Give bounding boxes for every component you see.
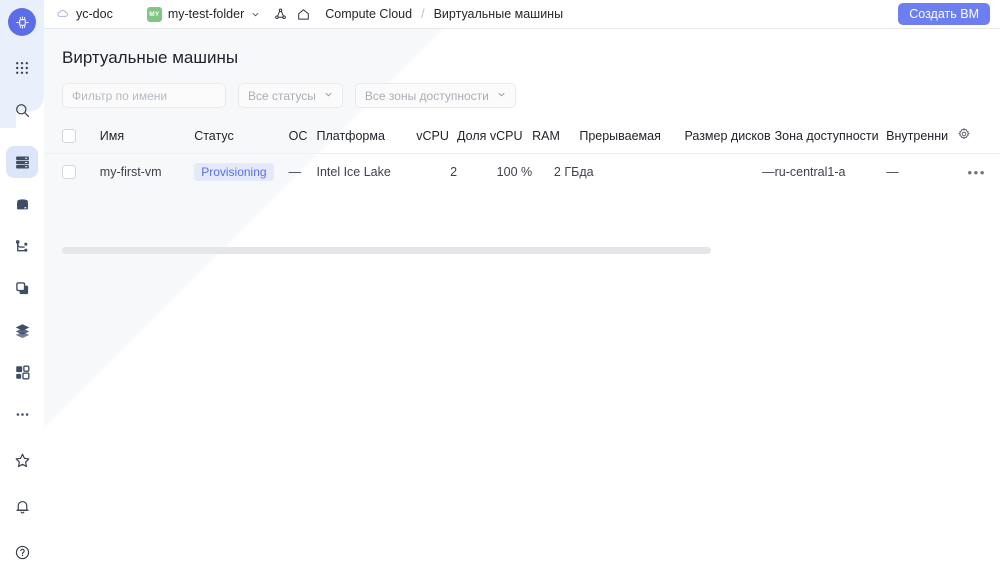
- ellipsis-icon: [16, 412, 28, 416]
- vm-table-header-row: Имя Статус ОС Платформа vCPU Доля vCPU R…: [44, 127, 1000, 154]
- breadcrumb-service[interactable]: Compute Cloud: [325, 7, 412, 21]
- chevron-down-icon: [323, 89, 334, 103]
- topbar: yc-doc MY my-test-folder Compute Cloud /…: [44, 0, 1000, 29]
- ellipsis-icon[interactable]: •••: [968, 165, 986, 180]
- column-header-internal-ip[interactable]: Внутренни: [886, 127, 957, 154]
- cell-zone: ru-central1-a: [774, 165, 846, 179]
- sidebar-item-search[interactable]: [6, 94, 38, 126]
- breadcrumb-separator: /: [421, 7, 425, 21]
- breadcrumb-home-button[interactable]: [296, 7, 311, 22]
- filter-zone-label: Все зоны доступности: [364, 88, 489, 103]
- column-header-vcpu-share[interactable]: Доля vCPU: [457, 127, 532, 154]
- breadcrumb-nodes-button[interactable]: [273, 7, 288, 22]
- breadcrumb-cloud[interactable]: yc-doc: [56, 7, 113, 21]
- breadcrumb-current: Виртуальные машины: [434, 7, 564, 21]
- nodes-icon: [275, 8, 287, 19]
- breadcrumb-cloud-label: yc-doc: [76, 7, 113, 21]
- sidebar-item-compute[interactable]: [6, 146, 38, 178]
- content-area: Виртуальные машины Все статусы Все зоны …: [44, 29, 1000, 561]
- sidebar-item-all-services[interactable]: [6, 52, 38, 84]
- star-icon: [15, 453, 29, 467]
- sidebar-item-containers[interactable]: [6, 272, 38, 304]
- logo-chip-icon[interactable]: [8, 8, 36, 36]
- filter-zone-select[interactable]: Все зоны доступности: [354, 83, 516, 108]
- sidebar-item-more[interactable]: [6, 398, 38, 430]
- sidebar-item-help[interactable]: [6, 536, 38, 561]
- breadcrumb-folder-label: my-test-folder: [167, 7, 245, 21]
- filter-name-input[interactable]: [62, 83, 226, 108]
- chevron-down-icon: [250, 9, 261, 20]
- column-header-zone[interactable]: Зона доступности: [775, 127, 887, 154]
- vm-table-container: Имя Статус ОС Платформа vCPU Доля vCPU R…: [44, 108, 1000, 254]
- cell-disk-size: —: [762, 165, 775, 179]
- sidebar-item-storage[interactable]: [6, 188, 38, 220]
- vm-table-body: my-first-vm Provisioning — Intel Ice Lak…: [44, 153, 1000, 191]
- column-header-ram[interactable]: RAM: [532, 127, 579, 154]
- main-area: yc-doc MY my-test-folder Compute Cloud /…: [44, 0, 1000, 561]
- application-root: yc-doc MY my-test-folder Compute Cloud /…: [0, 0, 1000, 561]
- grid-apps-icon: [16, 62, 28, 74]
- breadcrumb-service-label: Compute Cloud: [325, 7, 413, 21]
- column-header-status[interactable]: Статус: [194, 127, 288, 154]
- cell-vcpu: 2: [450, 165, 458, 179]
- page-title: Виртуальные машины: [62, 48, 239, 67]
- copy-layers-icon: [15, 281, 28, 294]
- gear-icon[interactable]: [957, 127, 971, 141]
- network-nodes-icon: [15, 239, 27, 252]
- cell-internal-ip: —: [886, 165, 899, 179]
- sidebar-item-network[interactable]: [6, 230, 38, 262]
- create-vm-button[interactable]: Создать ВМ: [898, 3, 990, 25]
- column-header-name[interactable]: Имя: [100, 127, 194, 154]
- sidebar-item-favorites[interactable]: [6, 444, 38, 476]
- cell-preemptible: да: [579, 165, 594, 179]
- cell-platform: Intel Ice Lake: [316, 165, 391, 179]
- stack-layers-icon: [15, 323, 29, 338]
- filter-status-select[interactable]: Все статусы: [238, 83, 343, 108]
- search-icon: [15, 103, 29, 117]
- table-row[interactable]: my-first-vm Provisioning — Intel Ice Lak…: [44, 153, 1000, 191]
- help-circle-icon: [15, 545, 29, 559]
- row-select-cell: [44, 154, 100, 191]
- row-actions-cell: •••: [957, 154, 1000, 191]
- column-header-disk-size[interactable]: Размер дисков: [684, 127, 774, 154]
- home-icon: [298, 8, 310, 20]
- sidebar-item-notifications[interactable]: [6, 490, 38, 522]
- status-badge: Provisioning: [194, 163, 274, 181]
- sidebar: [0, 0, 44, 561]
- cell-status: Provisioning: [194, 154, 288, 191]
- column-header-os[interactable]: ОС: [289, 127, 317, 154]
- puzzle-blocks-icon: [15, 365, 29, 379]
- vm-table: Имя Статус ОС Платформа vCPU Доля vCPU R…: [44, 127, 1000, 190]
- folder-avatar: MY: [146, 6, 162, 22]
- select-all-checkbox[interactable]: [62, 128, 76, 143]
- database-icon: [16, 198, 28, 209]
- filter-status-label: Все статусы: [248, 88, 316, 103]
- select-all-header: [44, 127, 100, 154]
- table-settings-header: [957, 127, 1000, 154]
- cell-name[interactable]: my-first-vm: [100, 154, 194, 191]
- filters-bar: Все статусы Все зоны доступности: [44, 68, 1000, 108]
- server-icon: [15, 156, 29, 168]
- cell-vcpu-share: 100 %: [496, 165, 533, 179]
- table-horizontal-scrollbar[interactable]: [62, 247, 711, 254]
- column-header-platform[interactable]: Платформа: [316, 127, 416, 154]
- cloud-icon: [57, 9, 68, 17]
- breadcrumb-folder[interactable]: MY my-test-folder: [146, 6, 261, 22]
- bell-icon: [15, 500, 29, 514]
- sidebar-item-data-platform[interactable]: [6, 314, 38, 346]
- sidebar-item-marketplace[interactable]: [6, 356, 38, 388]
- cell-ram: 2 ГБ: [553, 165, 580, 179]
- chevron-down-icon: [496, 89, 507, 103]
- column-header-preemptible[interactable]: Прерываемая: [579, 127, 684, 154]
- vm-table-head: Имя Статус ОС Платформа vCPU Доля vCPU R…: [44, 127, 1000, 154]
- row-checkbox[interactable]: [62, 165, 76, 179]
- breadcrumb-current-label: Виртуальные машины: [433, 7, 564, 21]
- column-header-vcpu[interactable]: vCPU: [416, 127, 457, 154]
- cell-os: —: [288, 165, 302, 179]
